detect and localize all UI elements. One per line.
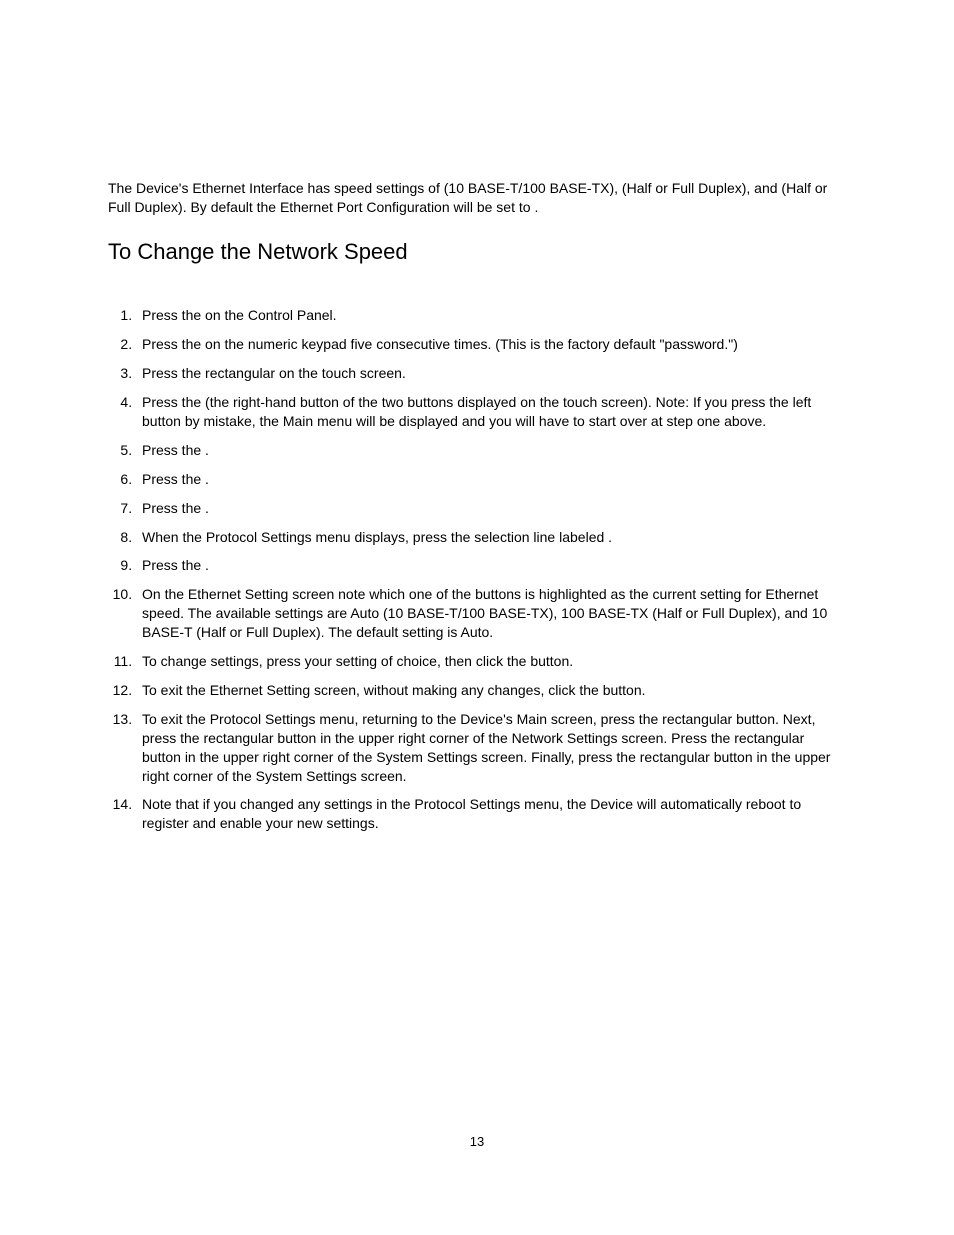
document-page: The Device's Ethernet Interface has spee… bbox=[0, 0, 954, 1151]
list-item: Press the on the numeric keypad five con… bbox=[136, 335, 846, 354]
list-item: Press the . bbox=[136, 556, 846, 575]
steps-list: Press the on the Control Panel. Press th… bbox=[108, 306, 846, 833]
intro-paragraph: The Device's Ethernet Interface has spee… bbox=[108, 179, 846, 217]
section-heading: To Change the Network Speed bbox=[108, 237, 846, 267]
list-item: When the Protocol Settings menu displays… bbox=[136, 528, 846, 547]
list-item: On the Ethernet Setting screen note whic… bbox=[136, 585, 846, 642]
list-item: Press the . bbox=[136, 441, 846, 460]
list-item: To exit the Protocol Settings menu, retu… bbox=[136, 710, 846, 786]
list-item: Press the . bbox=[136, 470, 846, 489]
list-item: To exit the Ethernet Setting screen, wit… bbox=[136, 681, 846, 700]
list-item: Note that if you changed any settings in… bbox=[136, 795, 846, 833]
list-item: Press the . bbox=[136, 499, 846, 518]
list-item: Press the rectangular on the touch scree… bbox=[136, 364, 846, 383]
page-number: 13 bbox=[108, 1133, 846, 1151]
list-item: Press the on the Control Panel. bbox=[136, 306, 846, 325]
list-item: To change settings, press your setting o… bbox=[136, 652, 846, 671]
list-item: Press the (the right-hand button of the … bbox=[136, 393, 846, 431]
